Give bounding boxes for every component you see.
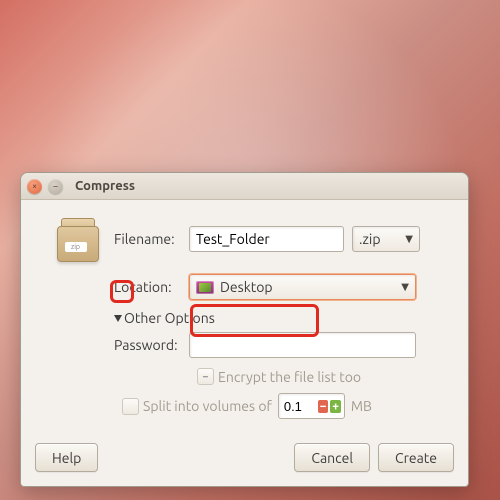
create-button[interactable]: Create bbox=[378, 443, 454, 472]
chevron-down-icon: ▼ bbox=[405, 233, 413, 245]
encrypt-checkbox[interactable]: − bbox=[197, 368, 214, 385]
extension-select[interactable]: .zip ▼ bbox=[352, 226, 420, 252]
chevron-down-icon: ▼ bbox=[401, 281, 409, 293]
help-button[interactable]: Help bbox=[35, 443, 98, 472]
titlebar[interactable]: × – Compress bbox=[21, 173, 468, 200]
expander-label: Other Options bbox=[124, 310, 215, 326]
cancel-button[interactable]: Cancel bbox=[294, 443, 370, 472]
desktop-icon bbox=[196, 281, 214, 294]
extension-label: .zip bbox=[359, 231, 381, 247]
compress-dialog: × – Compress zip Filename: .zip ▼ Locati… bbox=[20, 172, 469, 487]
other-options-expander[interactable]: Other Options bbox=[114, 310, 215, 326]
minus-icon[interactable]: − bbox=[318, 400, 329, 413]
split-checkbox[interactable] bbox=[122, 398, 139, 415]
split-label: Split into volumes of bbox=[143, 398, 272, 414]
split-size-input[interactable] bbox=[282, 398, 316, 415]
window-title: Compress bbox=[75, 179, 135, 193]
split-size-spinner[interactable]: − + bbox=[278, 393, 345, 419]
password-input[interactable] bbox=[189, 332, 416, 358]
location-select[interactable]: Desktop ▼ bbox=[189, 274, 416, 300]
triangle-down-icon bbox=[114, 315, 122, 322]
minimize-icon[interactable]: – bbox=[48, 179, 63, 194]
location-label: Location: bbox=[114, 279, 189, 295]
location-value: Desktop bbox=[220, 279, 401, 295]
plus-icon[interactable]: + bbox=[330, 400, 341, 413]
password-label: Password: bbox=[114, 337, 189, 353]
encrypt-label: Encrypt the file list too bbox=[218, 369, 361, 385]
close-icon[interactable]: × bbox=[27, 179, 42, 194]
split-unit-label: MB bbox=[351, 398, 372, 414]
filename-label: Filename: bbox=[114, 231, 189, 247]
filename-input[interactable] bbox=[189, 226, 344, 252]
archive-icon: zip bbox=[55, 214, 99, 264]
